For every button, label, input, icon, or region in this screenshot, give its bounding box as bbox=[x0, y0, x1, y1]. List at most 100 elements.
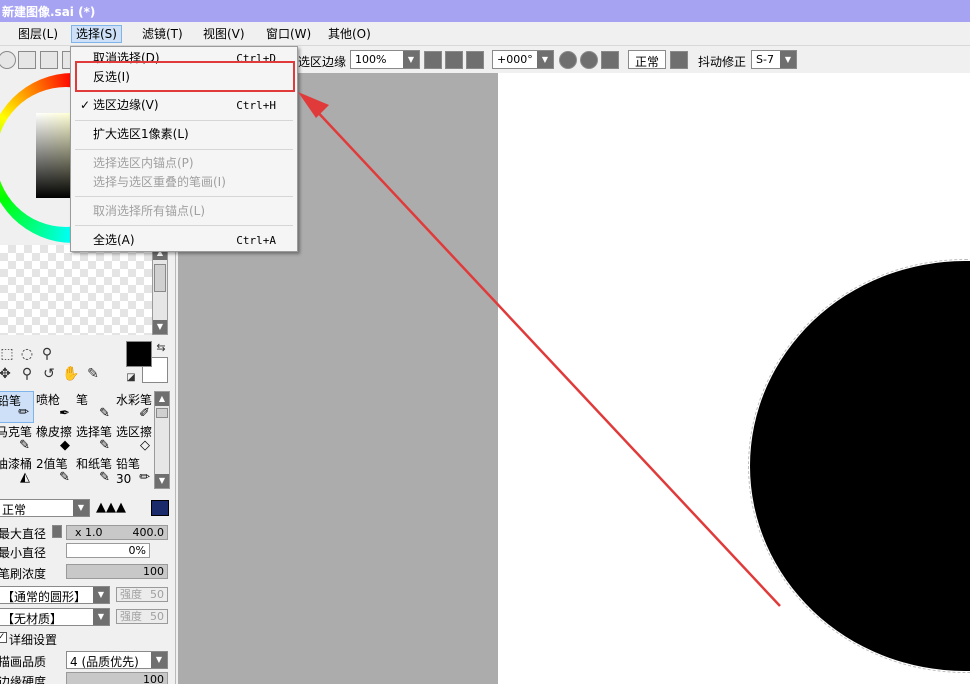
marker-icon: ✎ bbox=[19, 438, 30, 453]
max-size-slider[interactable]: x 1.0 400.0 bbox=[66, 525, 168, 540]
shape-strength-slider[interactable]: 强度 50 bbox=[116, 587, 168, 602]
menu-separator bbox=[75, 149, 293, 150]
menu-filter[interactable]: 滤镜(T) bbox=[138, 25, 187, 43]
brush-label: 马克笔 bbox=[0, 425, 33, 439]
scroll-thumb[interactable] bbox=[156, 408, 168, 418]
eyedropper-icon[interactable]: ✎ bbox=[84, 365, 102, 383]
foreground-color-swatch[interactable] bbox=[126, 341, 152, 367]
advanced-settings-checkbox[interactable]: ✓ bbox=[0, 632, 7, 643]
menu-select[interactable]: 选择(S) bbox=[71, 25, 122, 43]
zoom-in-icon[interactable] bbox=[445, 51, 463, 69]
brush-select-eraser[interactable]: 选区擦 ◇ bbox=[116, 423, 154, 455]
swatch-scrollbar[interactable]: ▲ ▼ bbox=[152, 245, 168, 335]
menu-item-label: 选区边缘(V) bbox=[93, 98, 159, 112]
brush-select-pen[interactable]: 选择笔 ✎ bbox=[76, 423, 114, 455]
zoom-select[interactable]: 100% ▼ bbox=[350, 50, 420, 69]
brush-shape-presets-icon[interactable]: ▲▲▲ bbox=[96, 501, 150, 515]
flip-icon[interactable] bbox=[670, 51, 688, 69]
stabilizer-select[interactable]: S-7 ▼ bbox=[751, 50, 797, 69]
pen-icon: ✎ bbox=[99, 406, 110, 421]
menu-layer[interactable]: 图层(L) bbox=[14, 25, 62, 43]
brush-binary[interactable]: 2值笔 ✎ bbox=[36, 455, 74, 487]
chevron-down-icon: ▼ bbox=[73, 500, 89, 516]
blend-mode-button[interactable]: 正常 bbox=[628, 50, 667, 69]
brush-washi[interactable]: 和纸笔 ✎ bbox=[76, 455, 114, 487]
brush-label: 水彩笔 bbox=[116, 393, 153, 407]
brush-pen[interactable]: 笔 ✎ bbox=[76, 391, 114, 423]
color-swatches-area[interactable] bbox=[0, 245, 152, 335]
shape-strength-label: 强度 bbox=[120, 588, 142, 601]
brush-bucket[interactable]: 油漆桶◭ bbox=[0, 455, 34, 487]
menu-view[interactable]: 视图(V) bbox=[199, 25, 249, 43]
menu-window[interactable]: 窗口(W) bbox=[262, 25, 315, 43]
brush-watercolor[interactable]: 水彩笔 ✐ bbox=[116, 391, 154, 423]
quality-select[interactable]: 4 (品质优先) ▼ bbox=[66, 651, 168, 669]
circle-tool-icon[interactable] bbox=[0, 51, 16, 69]
brush-pencil[interactable]: 铅笔✏ bbox=[0, 391, 34, 423]
menu-item-selection-edge[interactable]: ✓ 选区边缘(V) Ctrl+H bbox=[72, 96, 296, 115]
rotate-reset-icon[interactable] bbox=[601, 51, 619, 69]
density-slider[interactable]: 100 bbox=[66, 564, 168, 579]
rect-select-icon[interactable]: ⬚ bbox=[0, 345, 16, 363]
advanced-settings-label: 详细设置 bbox=[9, 633, 58, 647]
blend-mode-value: 正常 bbox=[2, 503, 27, 517]
menu-separator bbox=[75, 120, 293, 121]
chevron-down-icon: ▼ bbox=[403, 51, 419, 68]
size-range-icon[interactable] bbox=[52, 525, 62, 538]
scroll-down-icon[interactable]: ▼ bbox=[155, 474, 169, 488]
zoom-icon[interactable]: ⚲ bbox=[18, 365, 36, 383]
rotate-icon[interactable]: ↺ bbox=[40, 365, 58, 383]
reset-colors-icon[interactable]: ◪ bbox=[122, 369, 140, 387]
quality-value: 4 (品质优先) bbox=[70, 655, 139, 669]
texture-strength-label: 强度 bbox=[120, 610, 142, 623]
brush-airbrush[interactable]: 喷枪 ✒ bbox=[36, 391, 74, 423]
rotation-select[interactable]: +000° ▼ bbox=[492, 50, 554, 69]
brush-shape-select[interactable]: 【通常的圆形】 ▼ bbox=[0, 586, 110, 604]
hand-icon[interactable]: ✋ bbox=[62, 365, 80, 383]
scroll-up-icon[interactable]: ▲ bbox=[155, 392, 169, 406]
texture-strength-slider[interactable]: 强度 50 bbox=[116, 609, 168, 624]
blend-mode-select[interactable]: 正常 ▼ bbox=[0, 499, 90, 517]
checkmark-icon: ✓ bbox=[80, 98, 91, 112]
drawing-canvas[interactable] bbox=[498, 73, 970, 684]
align-left-icon[interactable] bbox=[18, 51, 36, 69]
brush-label: 铅笔30 bbox=[116, 457, 141, 486]
menu-other[interactable]: 其他(O) bbox=[324, 25, 375, 43]
min-size-slider[interactable]: 0% bbox=[66, 543, 150, 558]
align-center-icon[interactable] bbox=[40, 51, 58, 69]
brush-pencil30[interactable]: 铅笔30 ✏ bbox=[116, 455, 154, 487]
edge-hardness-slider[interactable]: 100 bbox=[66, 672, 168, 684]
brush-tool-grid: 铅笔✏ 喷枪✒ 笔✎ 水彩笔✐ 马克笔✎ 橡皮擦◆ 选择笔✎ 选区擦◇ 油漆桶◭… bbox=[0, 391, 154, 489]
rotate-right-icon[interactable] bbox=[580, 51, 598, 69]
scroll-thumb[interactable] bbox=[154, 264, 166, 292]
menu-item-label: 选择选区内锚点(P) bbox=[93, 156, 194, 170]
menu-item-select-anchors: 选择选区内锚点(P) bbox=[72, 154, 296, 173]
zoom-reset-icon[interactable] bbox=[466, 51, 484, 69]
menu-bar: 图层(L) 选择(S) 滤镜(T) 视图(V) 窗口(W) 其他(O) bbox=[0, 22, 970, 46]
magic-wand-icon[interactable]: ⚲ bbox=[38, 345, 56, 363]
scroll-down-icon[interactable]: ▼ bbox=[153, 320, 167, 334]
brush-shape-selected-icon[interactable] bbox=[151, 500, 169, 516]
density-label: 笔刷浓度 bbox=[0, 567, 47, 581]
max-size-multiplier: x 1.0 bbox=[75, 526, 103, 539]
brush-label: 2值笔 bbox=[36, 457, 68, 471]
brush-marker[interactable]: 马克笔✎ bbox=[0, 423, 34, 455]
lasso-icon[interactable]: ◌ bbox=[18, 345, 36, 363]
menu-item-expand-selection[interactable]: 扩大选区1像素(L) bbox=[72, 125, 296, 144]
max-size-value: 400.0 bbox=[132, 526, 165, 539]
binary-pen-icon: ✎ bbox=[59, 470, 70, 485]
texture-select[interactable]: 【无材质】 ▼ bbox=[0, 608, 110, 626]
brush-eraser[interactable]: 橡皮擦 ◆ bbox=[36, 423, 74, 455]
rotation-value: +000° bbox=[497, 53, 533, 66]
swap-colors-icon[interactable]: ⇆ bbox=[152, 339, 170, 357]
zoom-out-icon[interactable] bbox=[424, 51, 442, 69]
window-title: 新建图像.sai (*) bbox=[2, 5, 96, 19]
brush-scrollbar[interactable]: ▲ ▼ bbox=[154, 391, 170, 489]
airbrush-icon: ✒ bbox=[59, 406, 70, 421]
menu-item-select-all[interactable]: 全选(A) Ctrl+A bbox=[72, 231, 296, 250]
selection-edge-label[interactable]: 选区边缘 bbox=[298, 53, 346, 70]
menu-item-label: 扩大选区1像素(L) bbox=[93, 127, 189, 141]
move-icon[interactable]: ✥ bbox=[0, 365, 14, 383]
rotate-left-icon[interactable] bbox=[559, 51, 577, 69]
select-pen-icon: ✎ bbox=[99, 438, 110, 453]
